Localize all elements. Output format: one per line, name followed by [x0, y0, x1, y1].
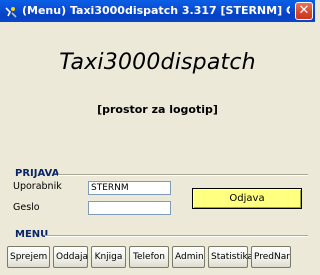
prijava-heading: PRIJAVA	[15, 168, 60, 179]
close-icon: ✕	[298, 3, 310, 18]
close-button[interactable]: ✕	[295, 2, 313, 20]
window-title: (Menu) Taxi3000dispatch 3.317 [STERNM] C…	[22, 4, 290, 17]
menu-button-sprejem[interactable]: Sprejem	[7, 246, 50, 268]
menu-button-admin[interactable]: Admin	[172, 246, 205, 268]
menu-button-statistika[interactable]: Statistika	[208, 246, 253, 268]
password-input[interactable]	[88, 201, 171, 215]
menu-button-prednar[interactable]: PredNar	[251, 246, 291, 268]
menu-button-knjiga[interactable]: Knjiga	[91, 246, 126, 268]
menu-button-telefon[interactable]: Telefon	[129, 246, 169, 268]
main-window: (Menu) Taxi3000dispatch 3.317 [STERNM] C…	[0, 0, 315, 275]
password-label: Geslo	[13, 202, 40, 213]
user-label: Uporabnik	[13, 181, 62, 192]
prijava-divider	[58, 174, 308, 176]
menu-divider	[45, 235, 308, 237]
app-logo-text: Taxi3000dispatch	[59, 50, 256, 75]
menu-button-row: Sprejem Oddaja Knjiga Telefon Admin Stat…	[7, 246, 291, 268]
app-icon[interactable]	[4, 4, 18, 18]
user-input[interactable]: STERNM	[88, 181, 171, 195]
logo-placeholder: [prostor za logotip]	[97, 103, 218, 116]
title-bar[interactable]: (Menu) Taxi3000dispatch 3.317 [STERNM] C…	[0, 0, 315, 22]
menu-button-oddaja[interactable]: Oddaja	[53, 246, 88, 268]
logout-button[interactable]: Odjava	[192, 188, 302, 209]
menu-heading: MENU	[15, 229, 49, 240]
